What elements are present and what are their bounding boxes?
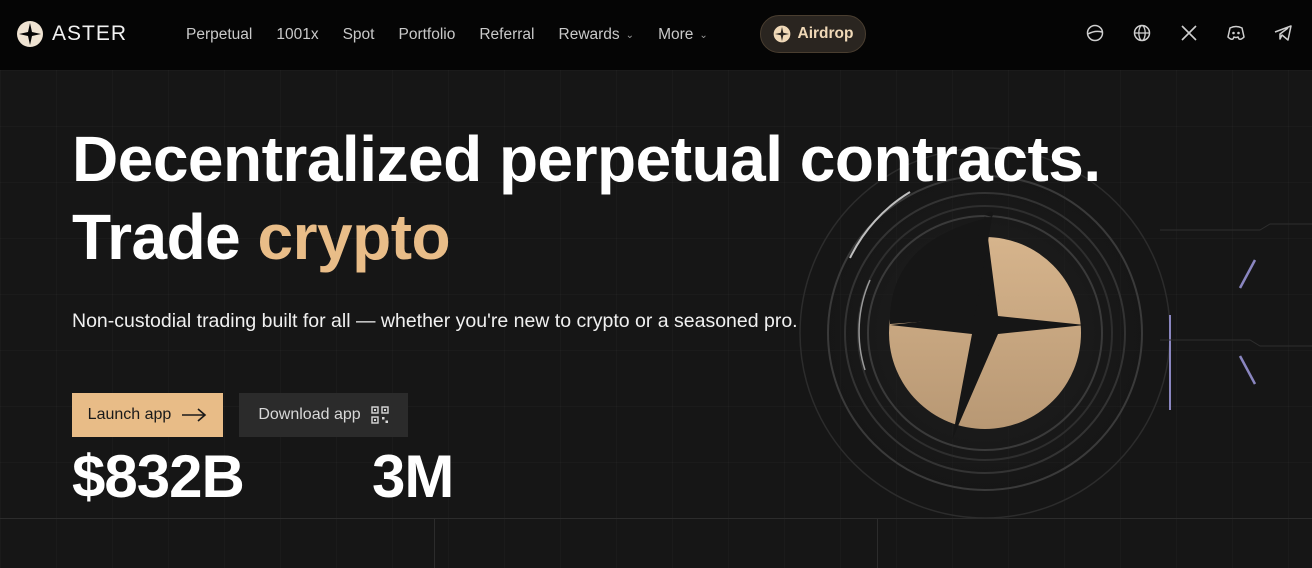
headline-prefix: Trade [72, 201, 258, 273]
nav-item-label: Rewards [558, 26, 620, 43]
main-menu: Perpetual 1001x Spot Portfolio Referral … [186, 24, 732, 46]
x-icon [1181, 25, 1197, 41]
gitbook-icon [1086, 24, 1104, 42]
top-nav: ASTER Perpetual 1001x Spot Portfolio Ref… [0, 0, 1312, 70]
x-link[interactable] [1178, 22, 1200, 44]
aster-logo-icon [17, 21, 43, 47]
nav-item-label: 1001x [276, 26, 319, 43]
headline-line-1: Decentralized perpetual contracts. [72, 123, 1101, 195]
stats-column-divider [877, 518, 878, 568]
hero-subline: Non-custodial trading built for all — wh… [72, 310, 798, 332]
headline-accent: crypto [257, 201, 451, 273]
airdrop-label: Airdrop [797, 25, 854, 42]
nav-item-label: Perpetual [186, 26, 253, 43]
download-app-label: Download app [258, 406, 361, 423]
nav-item-label: Referral [479, 26, 535, 43]
chevron-down-icon: ⌄ [699, 29, 708, 41]
hero-section: Decentralized perpetual contracts. Trade… [0, 70, 1312, 568]
hero-headline: Decentralized perpetual contracts. Trade… [72, 120, 1172, 276]
telegram-icon [1274, 25, 1292, 41]
stat-volume: $832B [72, 443, 245, 510]
stats-column-divider [434, 518, 435, 568]
launch-app-label: Launch app [87, 406, 172, 423]
telegram-link[interactable] [1272, 22, 1294, 44]
nav-item-more[interactable]: More ⌄ [658, 24, 708, 46]
nav-item-1001x[interactable]: 1001x [276, 24, 318, 46]
nav-item-label: Spot [342, 26, 375, 43]
globe-icon [1133, 24, 1151, 42]
nav-item-rewards[interactable]: Rewards ⌄ [559, 24, 635, 46]
nav-item-portfolio[interactable]: Portfolio [398, 24, 455, 46]
gitbook-link[interactable] [1084, 22, 1106, 44]
nav-item-label: More [658, 26, 694, 43]
brand-logo[interactable]: ASTER [16, 20, 127, 48]
nav-item-referral[interactable]: Referral [479, 24, 534, 46]
discord-icon [1227, 25, 1245, 40]
airdrop-button[interactable]: Airdrop [760, 15, 866, 53]
qr-code-icon [370, 406, 389, 424]
social-links [1084, 22, 1294, 44]
nav-item-perpetual[interactable]: Perpetual [186, 24, 252, 46]
aster-logo-icon [773, 25, 790, 43]
chevron-down-icon: ⌄ [625, 29, 635, 41]
download-app-button[interactable]: Download app [239, 393, 408, 437]
nav-item-spot[interactable]: Spot [343, 24, 375, 46]
discord-link[interactable] [1225, 22, 1247, 44]
nav-item-label: Portfolio [398, 26, 456, 43]
brand-name: ASTER [52, 22, 128, 45]
launch-app-button[interactable]: Launch app [72, 393, 223, 437]
headline-line-2: Trade crypto [72, 198, 1172, 276]
arrow-right-icon [182, 408, 207, 422]
stats-divider [0, 518, 1312, 519]
language-link[interactable] [1131, 22, 1153, 44]
stat-users: 3M [372, 443, 454, 510]
